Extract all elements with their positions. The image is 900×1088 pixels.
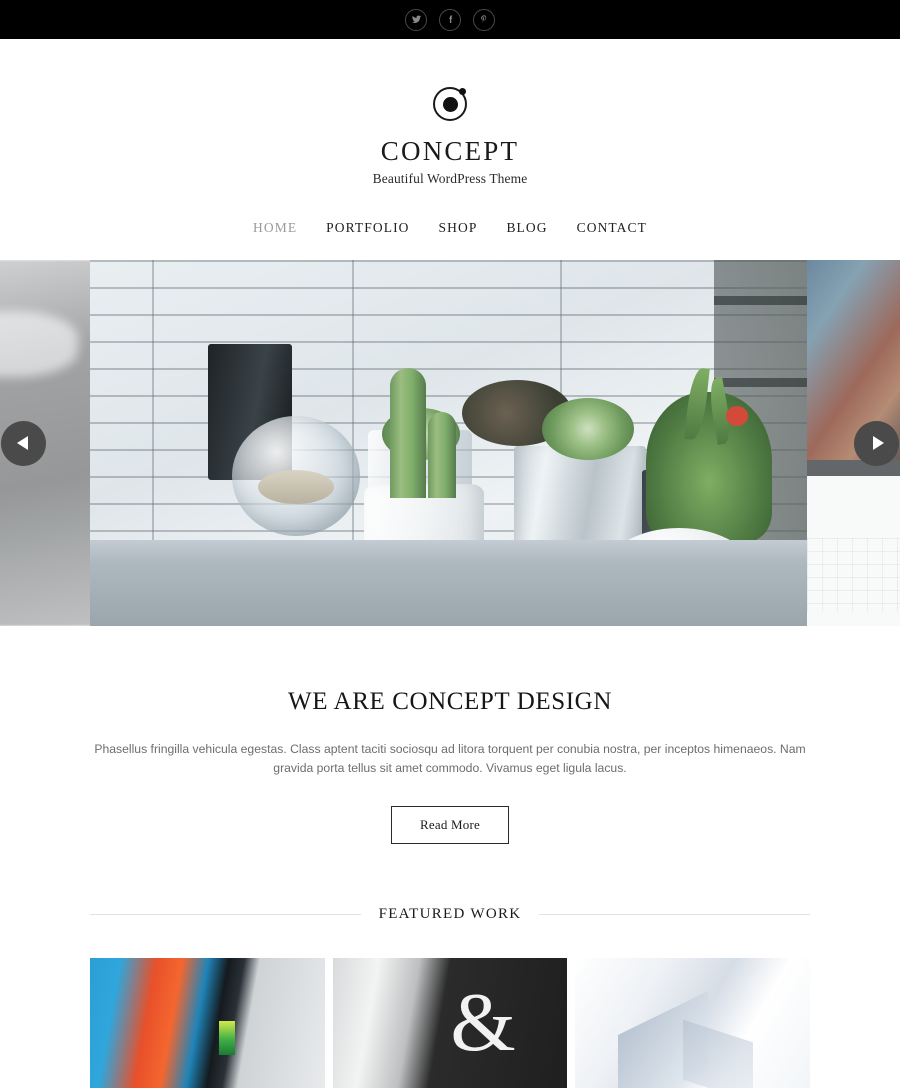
facebook-icon[interactable] [439, 8, 461, 31]
twitter-glyph [411, 15, 421, 24]
site-title: CONCEPT [380, 136, 520, 166]
site-header: CONCEPT Beautiful WordPress Theme HOME P… [0, 39, 900, 260]
mini-screen-graphic [219, 1020, 236, 1055]
nav-item-home[interactable]: HOME [253, 220, 297, 236]
chevron-left-icon [16, 436, 28, 451]
twitter-icon[interactable] [405, 8, 427, 31]
featured-work-item-1[interactable] [90, 958, 325, 1088]
intro-paragraph: Phasellus fringilla vehicula egestas. Cl… [94, 741, 806, 776]
featured-work-grid: & [90, 958, 811, 1088]
logo-notch [459, 88, 466, 95]
logo-dot [442, 96, 458, 112]
featured-work-section: FEATURED WORK & [0, 906, 900, 1088]
chevron-right-icon [872, 436, 884, 451]
slider-prev-arrow[interactable] [1, 420, 46, 466]
facebook-glyph [448, 15, 452, 23]
site-tagline: Beautiful WordPress Theme [372, 170, 528, 186]
nav-item-contact[interactable]: CONTACT [577, 220, 647, 236]
featured-work-header: FEATURED WORK [90, 906, 811, 923]
pinterest-icon[interactable] [473, 8, 495, 31]
main-navigation: HOME PORTFOLIO SHOP BLOG CONTACT [0, 220, 900, 260]
slide-active-image [90, 259, 810, 626]
featured-work-item-3[interactable] [575, 958, 811, 1088]
featured-work-item-2[interactable]: & [332, 958, 568, 1088]
slide-active[interactable] [90, 259, 810, 626]
top-social-bar [0, 0, 900, 39]
nav-item-blog[interactable]: BLOG [506, 220, 547, 236]
read-more-button[interactable]: Read More [391, 806, 509, 845]
ampersand-graphic: & [450, 976, 516, 1070]
hero-slider[interactable] [0, 259, 900, 626]
intro-heading: WE ARE CONCEPT DESIGN [288, 687, 612, 715]
rule-left [90, 914, 361, 916]
logo-icon[interactable] [433, 87, 467, 121]
nav-item-portfolio[interactable]: PORTFOLIO [326, 220, 409, 236]
featured-work-title: FEATURED WORK [378, 906, 522, 923]
slider-next-arrow[interactable] [854, 420, 899, 466]
pinterest-glyph [480, 15, 486, 23]
intro-section: WE ARE CONCEPT DESIGN Phasellus fringill… [0, 626, 900, 845]
rule-right [539, 914, 811, 916]
nav-item-shop[interactable]: SHOP [439, 220, 478, 236]
